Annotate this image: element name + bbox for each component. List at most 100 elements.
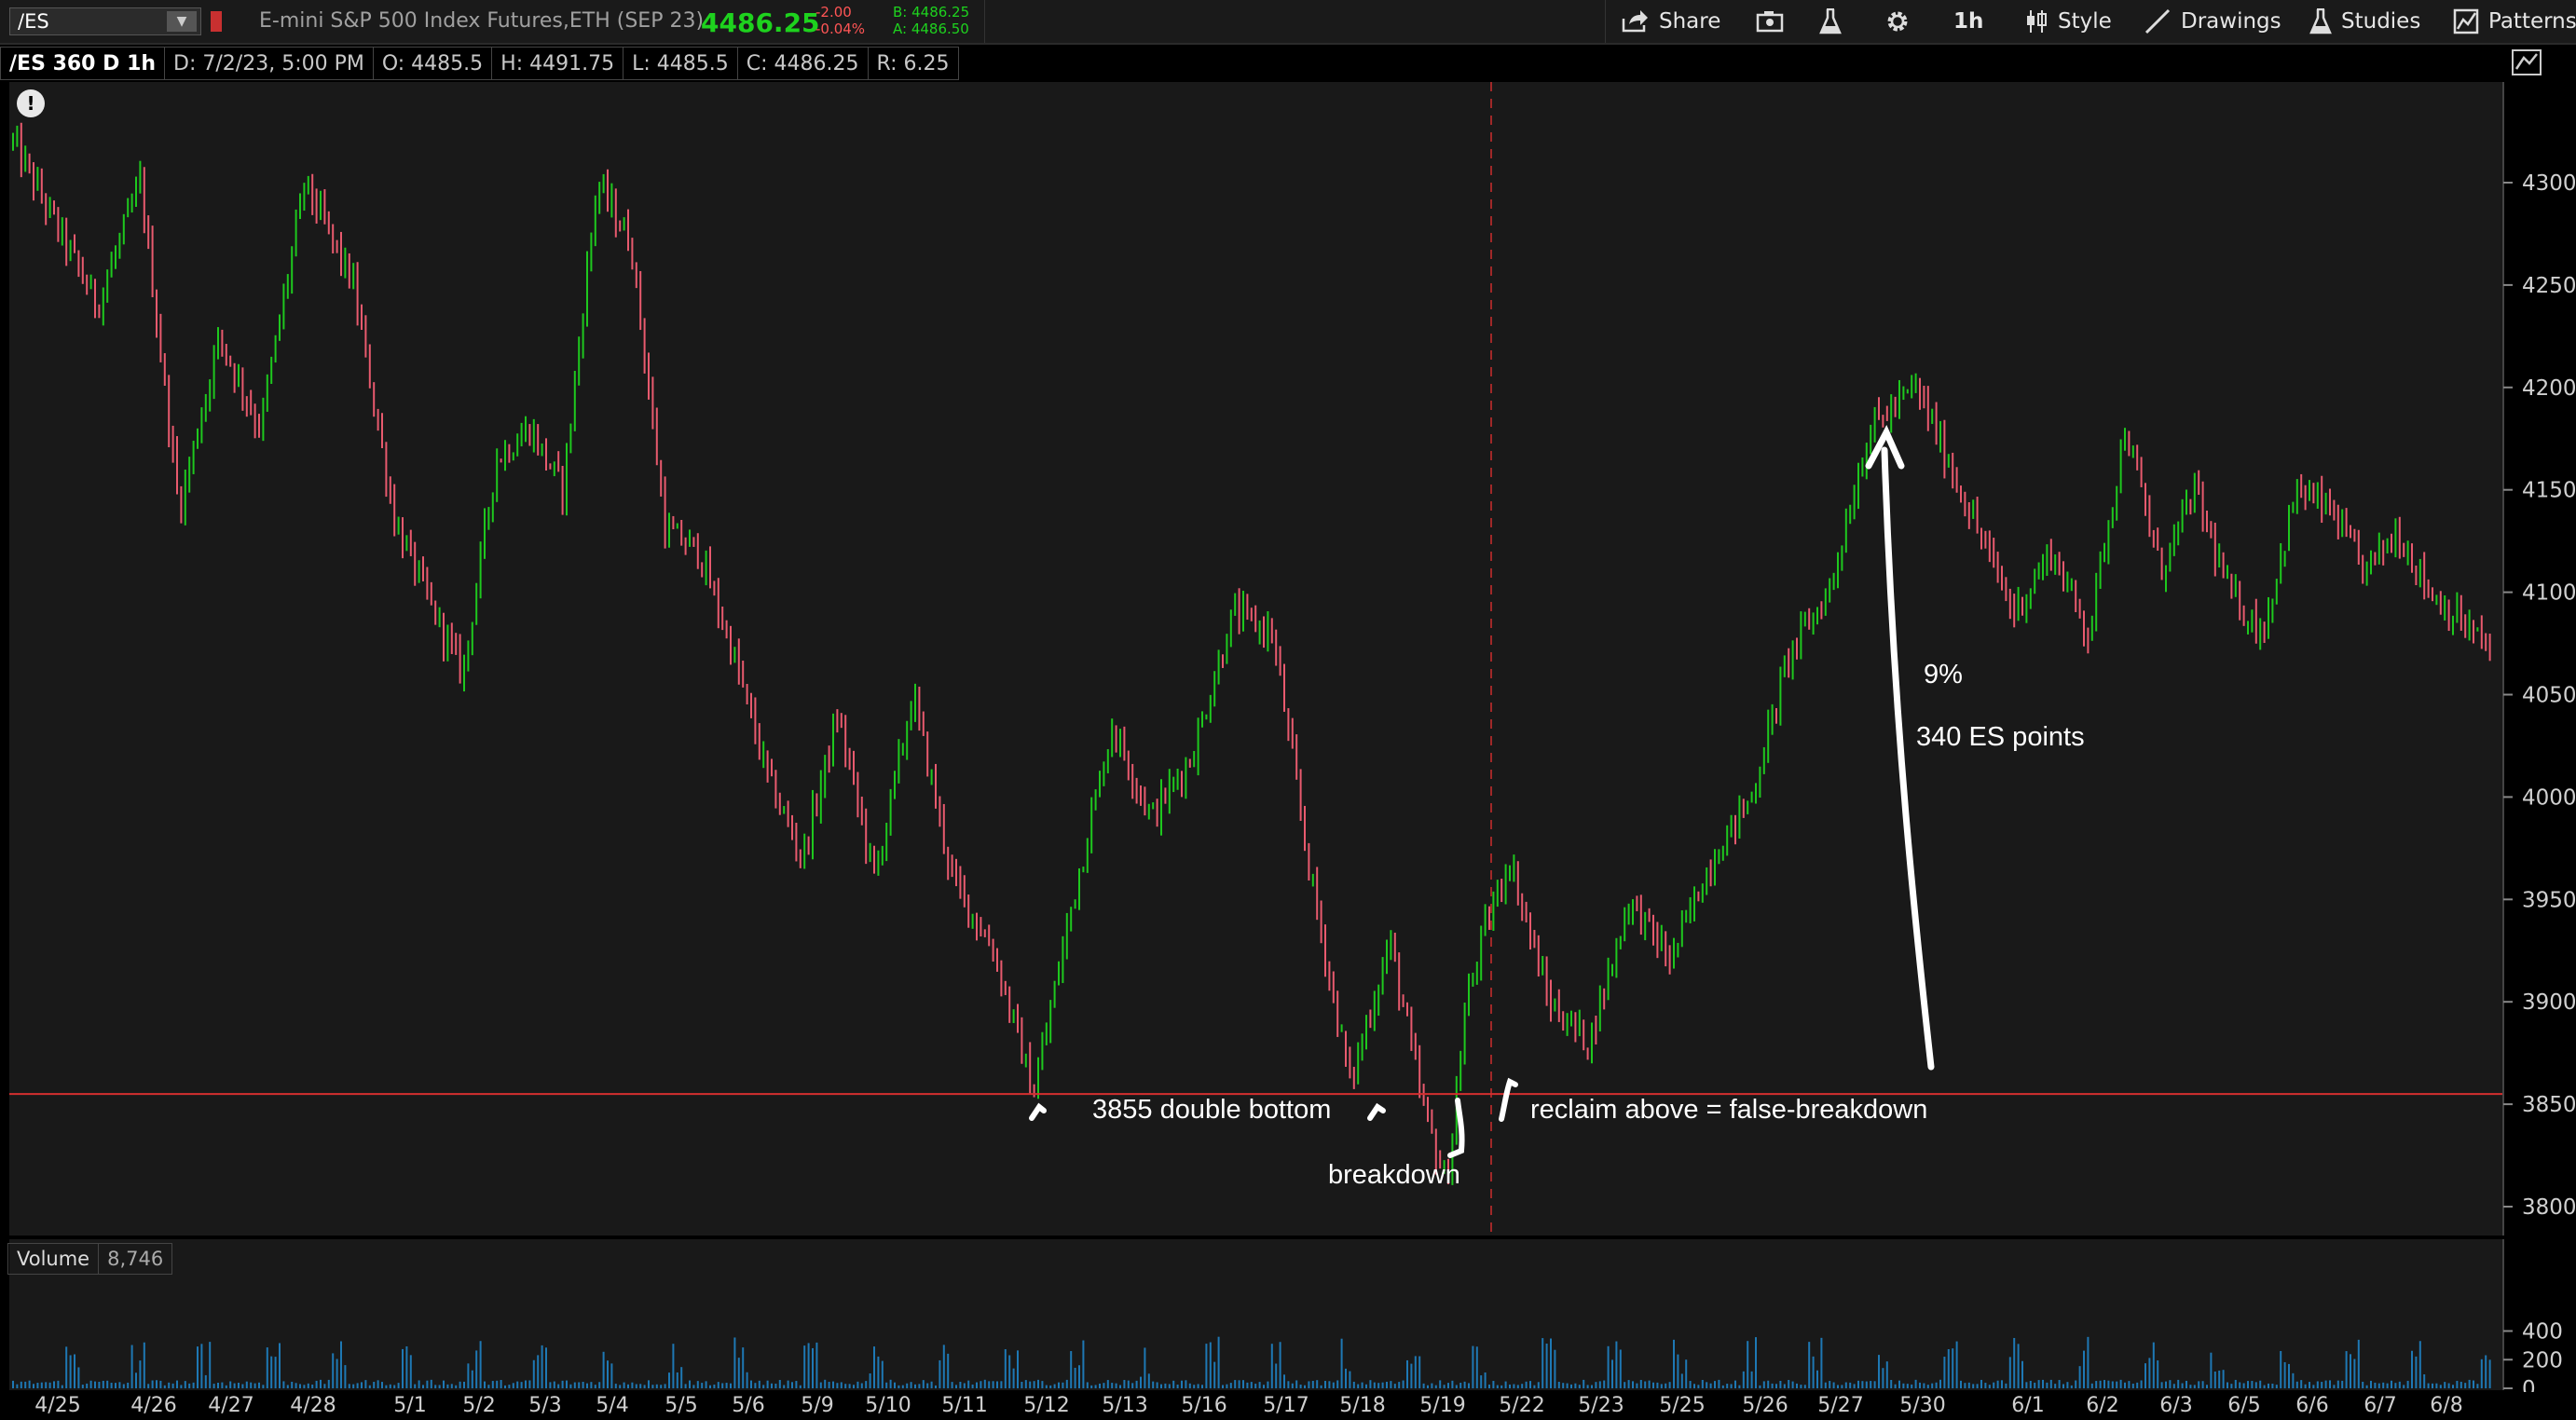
chevron-down-icon[interactable]: ▼ bbox=[167, 11, 197, 32]
chart-background bbox=[9, 82, 2503, 1236]
volume-value: 8,746 bbox=[99, 1243, 173, 1275]
volume-tick-label: 0 bbox=[2522, 1377, 2536, 1392]
toolbar-divider bbox=[984, 0, 985, 43]
info-cell-range: R: 6.25 bbox=[868, 47, 959, 80]
time-tick-label: 5/18 bbox=[1339, 1394, 1386, 1417]
chart-settings-icon[interactable] bbox=[2511, 48, 2542, 76]
time-tick-label: 4/28 bbox=[290, 1394, 336, 1417]
time-tick-label: 6/8 bbox=[2430, 1394, 2463, 1417]
snapshot-button[interactable] bbox=[1756, 0, 1784, 43]
time-tick-label: 5/23 bbox=[1578, 1394, 1624, 1417]
time-tick-label: 6/7 bbox=[2364, 1394, 2397, 1417]
time-tick-label: 5/6 bbox=[732, 1394, 765, 1417]
price-tick-label: 3950 bbox=[2522, 888, 2576, 912]
info-cell-date: D: 7/2/23, 5:00 PM bbox=[165, 47, 374, 80]
interval-label: 1h bbox=[1953, 9, 1984, 34]
price-axis[interactable]: 3800 3850 3900 3950 4000 4050 4100 4150 4200 4250… bbox=[2502, 82, 2576, 1236]
studies-flask-icon bbox=[2309, 8, 2332, 34]
time-tick-label: 5/27 bbox=[1817, 1394, 1864, 1417]
annotation-double-bottom: 3855 double bottom bbox=[1092, 1095, 1332, 1125]
price-tick-label: 4100 bbox=[2522, 581, 2576, 606]
top-toolbar: ▼ E-mini S&P 500 Index Futures,ETH (SEP … bbox=[0, 0, 2576, 45]
symbol-selector[interactable]: ▼ bbox=[9, 7, 201, 35]
time-tick-label: 6/5 bbox=[2227, 1394, 2261, 1417]
flask-button[interactable] bbox=[1819, 0, 1842, 43]
time-tick-label: 4/27 bbox=[208, 1394, 254, 1417]
settings-button[interactable] bbox=[1884, 0, 1911, 43]
info-bar: /ES 360 D 1h D: 7/2/23, 5:00 PM O: 4485.… bbox=[0, 47, 959, 80]
price-tick-label: 4300 bbox=[2522, 171, 2576, 196]
volume-tick-label: 200 bbox=[2522, 1348, 2563, 1372]
ask-price: A: 4486.50 bbox=[893, 20, 969, 37]
time-tick-label: 5/13 bbox=[1102, 1394, 1148, 1417]
info-cell-open: O: 4485.5 bbox=[373, 47, 493, 80]
time-tick-label: 5/26 bbox=[1742, 1394, 1788, 1417]
candlestick-icon bbox=[2027, 10, 2047, 33]
volume-axis: 0 200 400 bbox=[2502, 1239, 2563, 1392]
style-label: Style bbox=[2058, 9, 2112, 34]
annotation-reclaim: reclaim above = false-breakdown bbox=[1530, 1095, 1928, 1125]
volume-header: Volume 8,746 bbox=[7, 1243, 173, 1275]
symbol-flag-icon[interactable] bbox=[211, 11, 222, 32]
price-tick-label: 3900 bbox=[2522, 990, 2576, 1015]
time-tick-label: 5/4 bbox=[596, 1394, 629, 1417]
price-tick-label: 4000 bbox=[2522, 785, 2576, 810]
time-tick-label: 5/30 bbox=[1899, 1394, 1946, 1417]
volume-label: Volume bbox=[7, 1243, 100, 1275]
time-tick-label: 5/2 bbox=[462, 1394, 496, 1417]
time-tick-label: 5/1 bbox=[393, 1394, 427, 1417]
time-tick-label: 4/26 bbox=[130, 1394, 177, 1417]
time-tick-label: 5/16 bbox=[1181, 1394, 1227, 1417]
volume-chart[interactable]: 0 200 400 bbox=[0, 1239, 2576, 1392]
price-tick-label: 4150 bbox=[2522, 479, 2576, 503]
volume-tick-label: 400 bbox=[2522, 1320, 2563, 1345]
net-change: -2.00 bbox=[815, 4, 852, 20]
last-price: 4486.25 bbox=[701, 7, 820, 38]
info-cell-low: L: 4485.5 bbox=[623, 47, 738, 80]
patterns-button[interactable]: Patterns bbox=[2453, 0, 2576, 43]
price-tick-label: 4250 bbox=[2522, 274, 2576, 298]
drawings-label: Drawings bbox=[2181, 9, 2281, 34]
annotation-breakdown: breakdown bbox=[1328, 1160, 1460, 1190]
gear-icon bbox=[1887, 11, 1908, 32]
price-tick-label: 4050 bbox=[2522, 684, 2576, 708]
volume-background bbox=[9, 1239, 2503, 1390]
interval-button[interactable]: 1h bbox=[1953, 0, 1983, 43]
studies-button[interactable]: Studies bbox=[2309, 0, 2420, 43]
camera-icon bbox=[1756, 11, 1784, 33]
time-tick-label: 5/9 bbox=[801, 1394, 834, 1417]
time-tick-label: 5/3 bbox=[528, 1394, 562, 1417]
time-tick-label: 5/19 bbox=[1419, 1394, 1466, 1417]
patterns-label: Patterns bbox=[2488, 9, 2576, 34]
percent-change: -0.04% bbox=[815, 20, 866, 37]
style-button[interactable]: Style bbox=[2024, 0, 2112, 43]
time-tick-label: 5/10 bbox=[865, 1394, 911, 1417]
time-tick-label: 5/5 bbox=[665, 1394, 698, 1417]
time-tick-label: 6/2 bbox=[2086, 1394, 2119, 1417]
share-button[interactable]: Share bbox=[1622, 0, 1720, 43]
time-tick-label: 4/25 bbox=[34, 1394, 81, 1417]
bid-ask: B: 4486.25 A: 4486.50 bbox=[893, 4, 969, 37]
annotation-points: 340 ES points bbox=[1916, 722, 2085, 752]
symbol-input[interactable] bbox=[18, 11, 167, 32]
instrument-description: E-mini S&P 500 Index Futures,ETH (SEP 23… bbox=[259, 9, 705, 33]
flask-icon bbox=[1819, 8, 1842, 34]
info-cell-high: H: 4491.75 bbox=[492, 47, 624, 80]
studies-label: Studies bbox=[2341, 9, 2421, 34]
bid-price: B: 4486.25 bbox=[893, 4, 970, 20]
time-tick-label: 6/6 bbox=[2295, 1394, 2329, 1417]
time-tick-label: 5/17 bbox=[1263, 1394, 1309, 1417]
annotation-percent: 9% bbox=[1924, 660, 1963, 690]
pencil-line-icon bbox=[2144, 8, 2171, 34]
time-tick-label: 6/1 bbox=[2011, 1394, 2045, 1417]
drawings-button[interactable]: Drawings bbox=[2144, 0, 2281, 43]
toolbar-divider bbox=[1605, 0, 1606, 43]
time-axis[interactable]: 4/25 4/26 4/27 4/28 5/1 5/2 5/3 5/4 5/5 5/6 5/9 5/1… bbox=[0, 1392, 2576, 1420]
alert-icon[interactable]: ! bbox=[17, 89, 45, 117]
patterns-icon bbox=[2453, 8, 2479, 34]
info-cell-symbol[interactable]: /ES 360 D 1h bbox=[0, 47, 166, 80]
time-tick-label: 5/22 bbox=[1499, 1394, 1545, 1417]
time-tick-label: 5/11 bbox=[941, 1394, 988, 1417]
price-chart[interactable]: 3800 3850 3900 3950 4000 4050 4100 4150 4200 4250… bbox=[0, 82, 2576, 1237]
price-change: -2.00 -0.04% bbox=[815, 4, 865, 37]
